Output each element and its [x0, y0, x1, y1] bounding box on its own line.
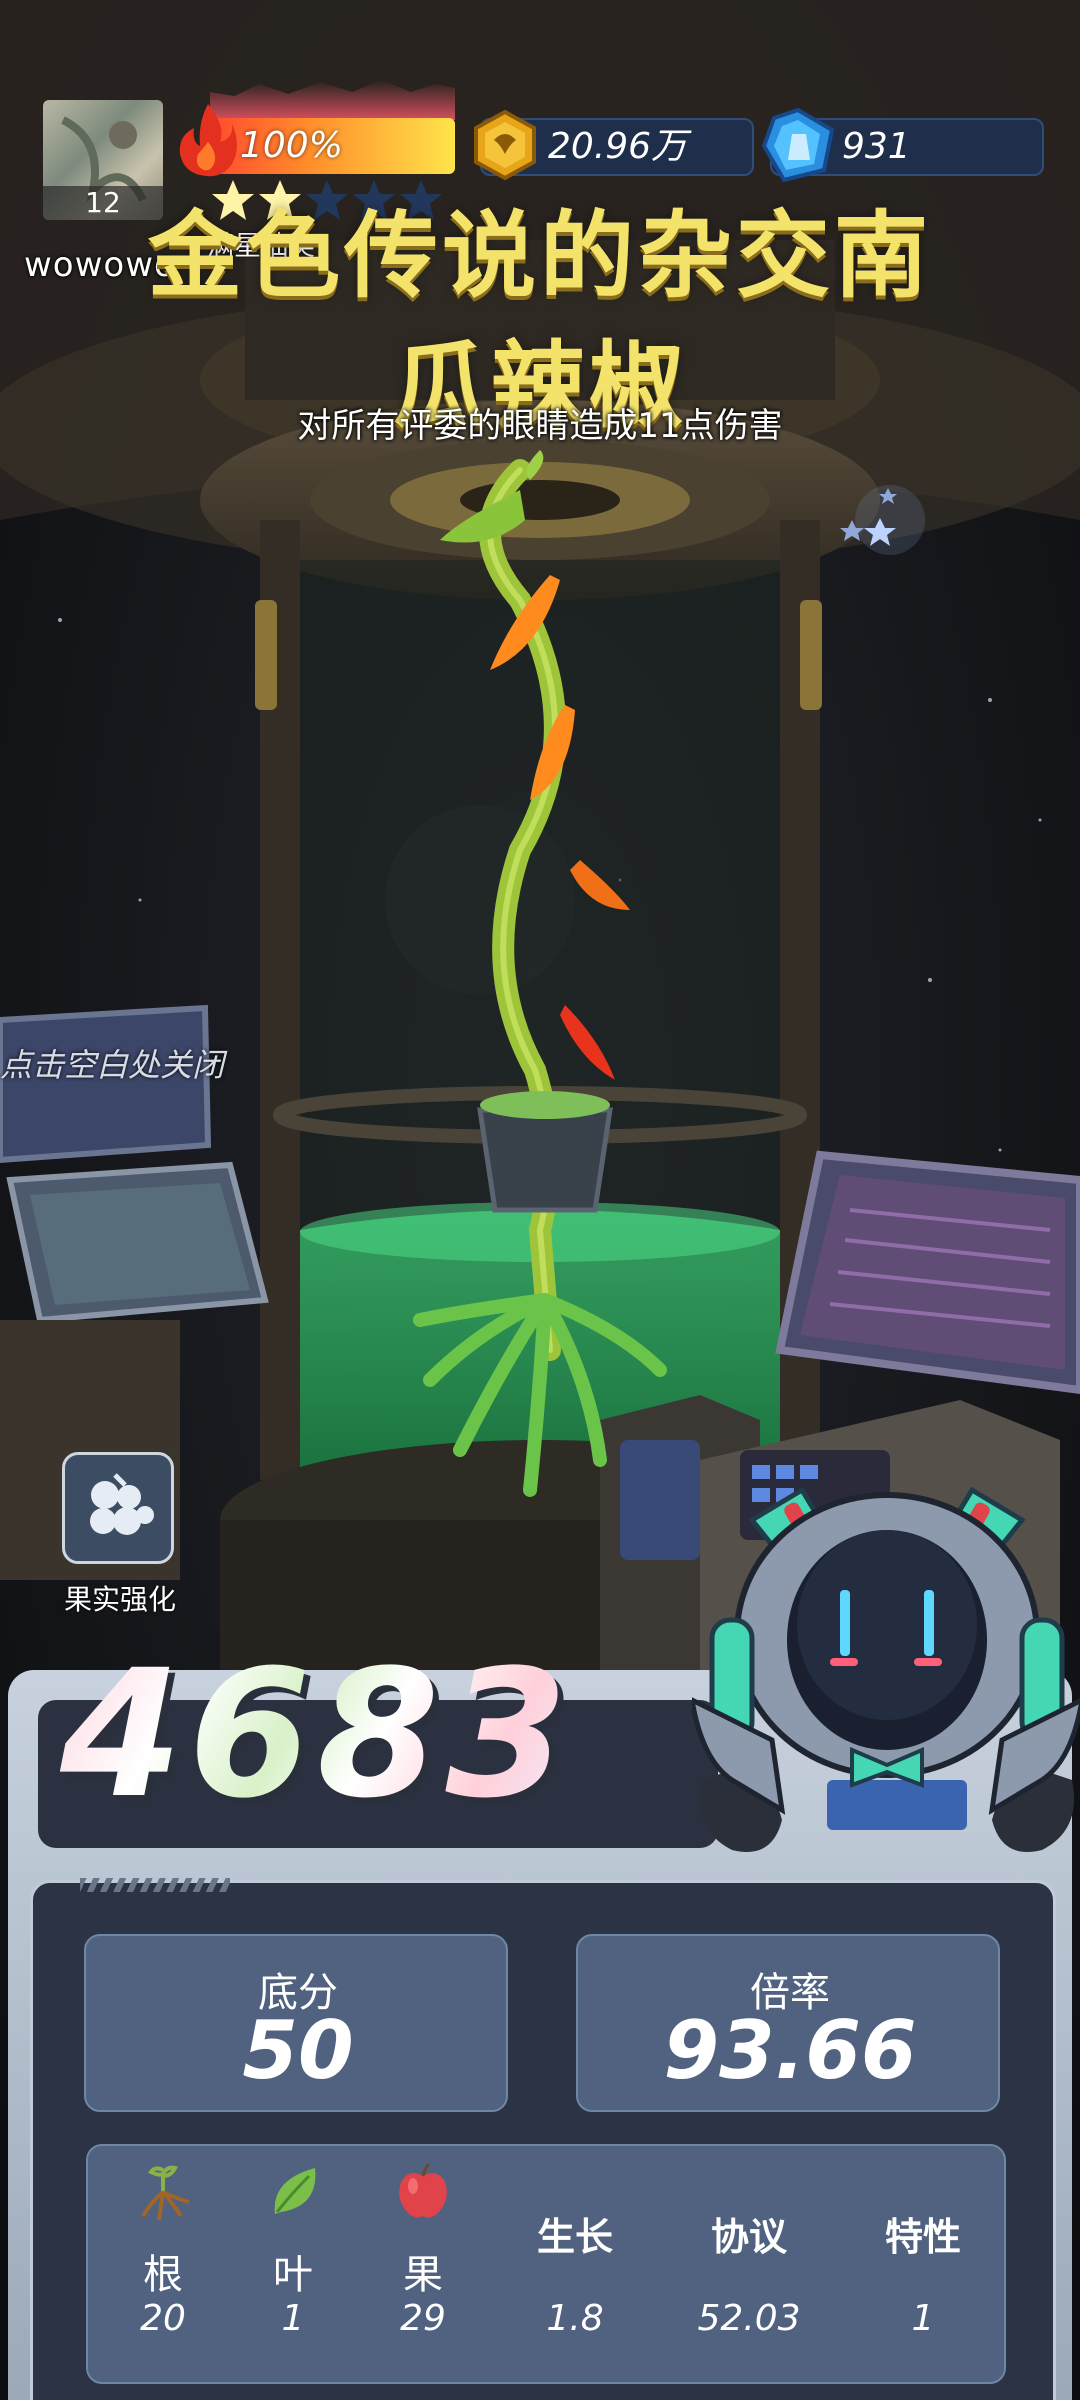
attribute-fruit: 果 29: [348, 2146, 498, 2386]
attribute-growth-value: 1.8: [546, 2298, 604, 2339]
fruit-upgrade-button[interactable]: [62, 1452, 174, 1564]
berries-icon: [90, 1473, 154, 1535]
coin-amount: 20.96万: [548, 126, 688, 167]
attribute-table: 根 20 叶 1 果 29 生长 1.8 协议 52.03 特性 1: [86, 2144, 1006, 2384]
fruit-upgrade-label: 果实强化: [63, 1583, 176, 1616]
attribute-protocol: 协议 52.03: [674, 2146, 824, 2386]
attribute-leaf-value: 1: [281, 2298, 305, 2339]
attribute-fruit-value: 29: [400, 2298, 446, 2339]
attribute-protocol-value: 52.03: [697, 2298, 801, 2339]
attribute-root-label: 根: [143, 2252, 183, 2298]
result-effect: 对所有评委的眼睛造成11点伤害: [297, 406, 783, 446]
robot-mascot: [692, 1486, 1080, 1852]
leaf-icon: [274, 2168, 316, 2214]
attribute-growth: 生长 1.8: [500, 2146, 650, 2386]
attribute-leaf-label: 叶: [273, 2252, 313, 2298]
attribute-fruit-label: 果: [403, 2252, 443, 2298]
game-scene[interactable]: 12 wowowo 100% 20.96万 931 满星抽奖 金色传说的杂交南 …: [0, 0, 1080, 2400]
base-score-box: 底分 50: [84, 1934, 508, 2112]
multiplier-value: 93.66: [663, 2004, 917, 2097]
attribute-protocol-label: 协议: [710, 2215, 787, 2259]
attribute-trait-label: 特性: [884, 2215, 961, 2259]
coin-icon: [474, 110, 536, 180]
attribute-leaf: 叶 1: [218, 2146, 368, 2386]
close-hint: 点击空白处关闭: [0, 1046, 225, 1084]
fire-icon: [179, 104, 237, 177]
total-score: 4683: [60, 1632, 574, 1837]
gem-icon: [762, 108, 834, 182]
hybrid-pepper-plant: [413, 450, 667, 1497]
multiplier-box: 倍率 93.66: [576, 1934, 1000, 2112]
attribute-trait: 特性 1: [848, 2146, 998, 2386]
root-icon: [141, 2165, 190, 2221]
apple-icon: [399, 2162, 447, 2218]
result-title-line1: 金色传说的杂交南: [147, 202, 932, 311]
attribute-trait-value: 1: [911, 2298, 935, 2339]
panel-stripe: [80, 1878, 230, 1892]
sparkle-stars-icon: [840, 485, 925, 555]
gem-amount: 931: [842, 126, 911, 167]
energy-percent: 100%: [240, 125, 343, 166]
base-score-value: 50: [242, 2004, 354, 2097]
attribute-root-value: 20: [140, 2298, 186, 2339]
attribute-root: 根 20: [88, 2146, 238, 2386]
attribute-growth-label: 生长: [536, 2215, 613, 2259]
